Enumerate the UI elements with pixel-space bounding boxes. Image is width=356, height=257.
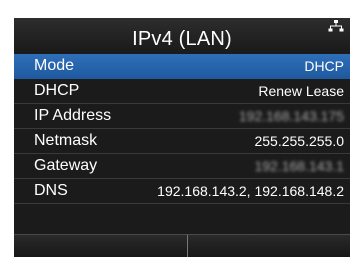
softkey-right[interactable]: [188, 235, 350, 257]
row-label: Netmask: [34, 132, 98, 149]
row-ip-address[interactable]: IP Address 192.168.143.175: [14, 104, 350, 129]
title-bar: IPv4 (LAN): [14, 18, 350, 53]
row-value: 255.255.255.0: [254, 133, 344, 149]
row-label: IP Address: [34, 107, 112, 124]
row-label: Mode: [34, 57, 75, 74]
row-netmask[interactable]: Netmask 255.255.255.0: [14, 129, 350, 154]
page-title: IPv4 (LAN): [132, 28, 232, 50]
softkey-left[interactable]: [14, 235, 187, 257]
row-label: Gateway: [34, 157, 98, 174]
row-value-obscured: 192.168.143.1: [254, 158, 344, 174]
network-icon: [328, 20, 344, 32]
row-value-obscured: 192.168.143.175: [238, 108, 344, 124]
softkey-bar: [14, 234, 350, 257]
row-dns[interactable]: DNS 192.168.143.2, 192.168.148.2: [14, 179, 350, 204]
device-frame: IPv4 (LAN) Mode DHCP DHCP Renew Lease IP…: [0, 0, 356, 257]
row-value: Renew Lease: [258, 83, 344, 99]
row-mode[interactable]: Mode DHCP: [14, 54, 350, 79]
row-dhcp[interactable]: DHCP Renew Lease: [14, 79, 350, 104]
row-label: DNS: [34, 182, 68, 199]
row-value: 192.168.143.2, 192.168.148.2: [157, 183, 344, 199]
row-value: DHCP: [304, 58, 344, 74]
row-label: DHCP: [34, 82, 80, 99]
row-gateway[interactable]: Gateway 192.168.143.1: [14, 154, 350, 179]
printer-lcd-screen: IPv4 (LAN) Mode DHCP DHCP Renew Lease IP…: [14, 18, 350, 257]
